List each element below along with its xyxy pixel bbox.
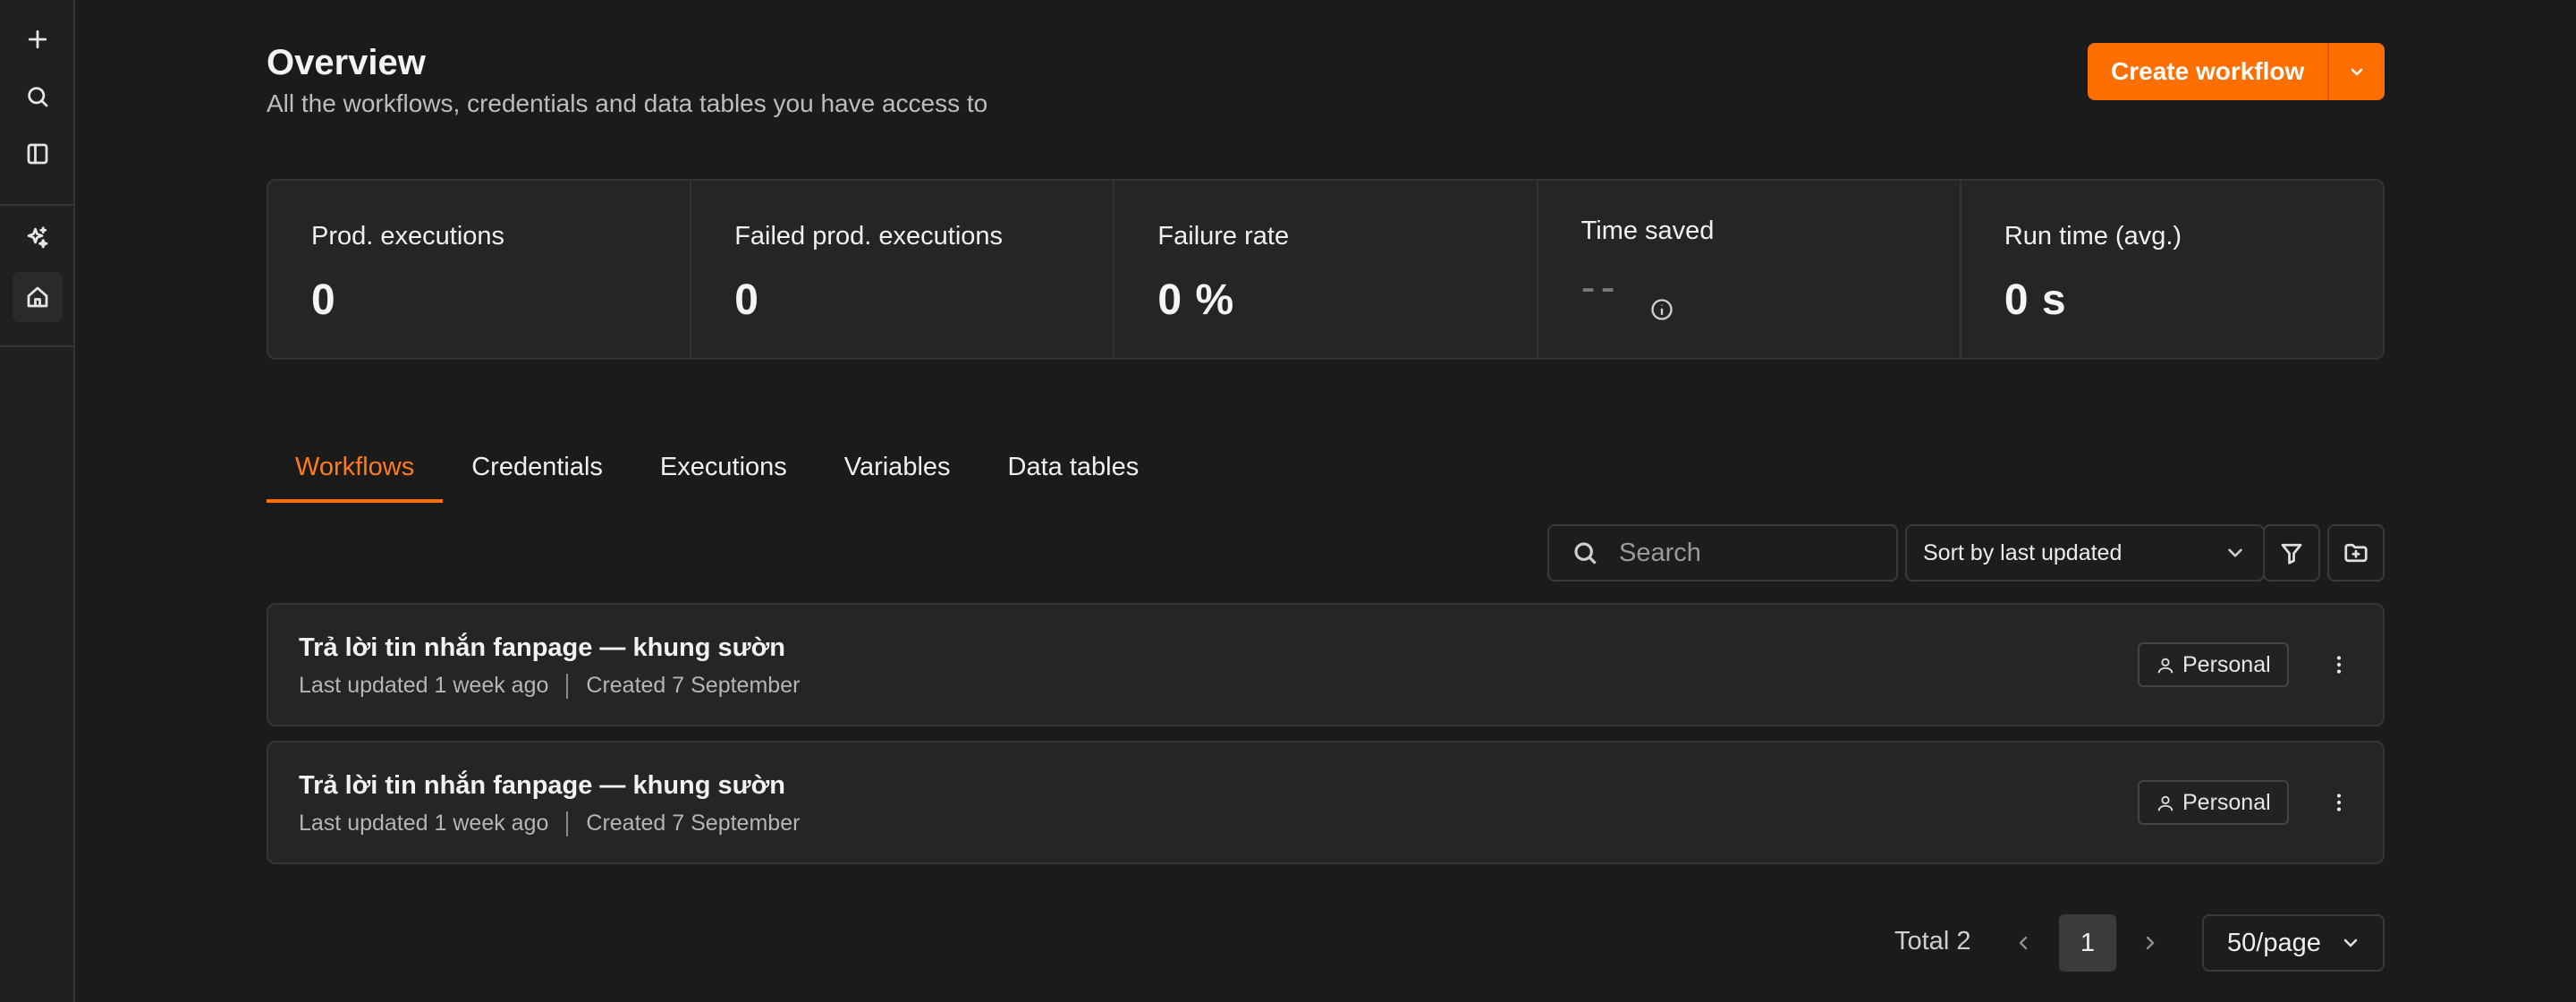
workflow-actions-button[interactable] bbox=[2317, 780, 2361, 825]
meta-separator bbox=[566, 673, 569, 699]
sidebar-divider bbox=[0, 345, 73, 347]
stat-value: 0 bbox=[734, 276, 759, 324]
workflow-created: Created 7 September bbox=[586, 673, 801, 698]
owner-label: Personal bbox=[2182, 789, 2271, 815]
workflow-meta: Last updated 1 week ago Created 7 Septem… bbox=[299, 673, 800, 699]
stat-value: -- bbox=[1580, 264, 1621, 311]
user-icon bbox=[2157, 795, 2174, 811]
filter-button[interactable] bbox=[2263, 524, 2320, 582]
chevron-down-icon bbox=[2343, 938, 2358, 947]
stats-panel: Prod. executions 0 Failed prod. executio… bbox=[267, 179, 2385, 360]
stat-time-saved: Time saved -- bbox=[1538, 181, 1962, 358]
panel-toggle-icon bbox=[27, 143, 48, 165]
owner-label: Personal bbox=[2182, 651, 2271, 677]
chevron-left-icon bbox=[2019, 936, 2028, 950]
page-number[interactable]: 1 bbox=[2059, 914, 2116, 972]
plus-icon bbox=[28, 30, 47, 49]
total-count: Total 2 bbox=[1894, 927, 1971, 955]
workflow-name: Trả lời tin nhắn fanpage — khung sườn bbox=[299, 633, 785, 662]
page-title: Overview bbox=[267, 43, 426, 82]
tab-variables[interactable]: Variables bbox=[816, 453, 979, 503]
ai-assistant-button[interactable] bbox=[13, 213, 63, 263]
chevron-down-icon bbox=[2351, 68, 2363, 76]
home-button[interactable] bbox=[13, 272, 63, 322]
new-folder-button[interactable] bbox=[2327, 524, 2385, 582]
search-button[interactable] bbox=[13, 72, 63, 122]
folder-plus-icon bbox=[2344, 543, 2368, 563]
stat-label: Failed prod. executions bbox=[734, 222, 1004, 250]
owner-badge: Personal bbox=[2138, 642, 2289, 687]
stat-label: Failure rate bbox=[1157, 222, 1290, 250]
create-options-dropdown[interactable] bbox=[2329, 43, 2385, 100]
workflow-card[interactable]: Trả lời tin nhắn fanpage — khung sườn La… bbox=[267, 741, 2385, 864]
stat-label: Time saved bbox=[1580, 217, 1715, 245]
workflow-updated: Last updated 1 week ago bbox=[299, 673, 549, 698]
next-page-button[interactable] bbox=[2123, 914, 2177, 972]
stat-run-time: Run time (avg.) 0 s bbox=[1962, 181, 2383, 358]
workflow-card[interactable]: Trả lời tin nhắn fanpage — khung sườn La… bbox=[267, 603, 2385, 726]
app: Overview All the workflows, credentials … bbox=[0, 0, 2576, 1002]
owner-badge: Personal bbox=[2138, 780, 2289, 825]
tab-executions[interactable]: Executions bbox=[631, 453, 816, 503]
workflow-actions-button[interactable] bbox=[2317, 642, 2361, 687]
workflow-created: Created 7 September bbox=[586, 811, 801, 836]
chevron-down-icon bbox=[2228, 548, 2242, 557]
stat-failed-executions: Failed prod. executions 0 bbox=[691, 181, 1115, 358]
stat-prod-executions: Prod. executions 0 bbox=[268, 181, 692, 358]
user-icon bbox=[2157, 658, 2174, 674]
search-box bbox=[1547, 524, 1898, 582]
meta-separator bbox=[566, 811, 569, 836]
info-icon[interactable] bbox=[1649, 297, 1674, 322]
create-workflow-button[interactable]: Create workflow bbox=[2088, 43, 2330, 100]
stat-label: Prod. executions bbox=[311, 222, 505, 250]
search-icon bbox=[1574, 542, 1597, 565]
home-icon bbox=[27, 286, 48, 308]
create-workflow-group: Create workflow bbox=[2088, 43, 2385, 100]
tab-workflows[interactable]: Workflows bbox=[267, 453, 444, 503]
stat-failure-rate: Failure rate 0 % bbox=[1114, 181, 1538, 358]
tab-bar: Workflows Credentials Executions Variabl… bbox=[267, 453, 1167, 503]
sidebar-divider bbox=[0, 204, 73, 206]
stat-label: Run time (avg.) bbox=[2004, 222, 2182, 250]
prev-page-button[interactable] bbox=[1996, 914, 2050, 972]
workflow-updated: Last updated 1 week ago bbox=[299, 811, 549, 836]
tab-credentials[interactable]: Credentials bbox=[443, 453, 631, 503]
sort-select[interactable]: Sort by last updated bbox=[1905, 524, 2265, 582]
more-vertical-icon bbox=[2336, 794, 2342, 811]
search-icon bbox=[28, 87, 48, 107]
page-size-label: 50/page bbox=[2227, 928, 2321, 957]
new-button[interactable] bbox=[13, 14, 63, 64]
page-size-select[interactable]: 50/page bbox=[2202, 914, 2385, 972]
sort-label: Sort by last updated bbox=[1923, 539, 2123, 565]
workflow-name: Trả lời tin nhắn fanpage — khung sườn bbox=[299, 771, 785, 800]
filter-icon bbox=[2281, 543, 2302, 565]
toggle-sidebar-button[interactable] bbox=[13, 129, 63, 179]
search-input[interactable] bbox=[1619, 538, 1887, 568]
stat-value: 0 s bbox=[2004, 276, 2067, 324]
tab-data-tables[interactable]: Data tables bbox=[979, 453, 1168, 503]
more-vertical-icon bbox=[2336, 656, 2342, 674]
sparkles-icon bbox=[27, 226, 48, 249]
stat-value: 0 % bbox=[1157, 276, 1235, 324]
sidebar bbox=[0, 0, 75, 1002]
stat-value: 0 bbox=[311, 276, 336, 324]
workflow-meta: Last updated 1 week ago Created 7 Septem… bbox=[299, 811, 800, 836]
chevron-right-icon bbox=[2146, 936, 2155, 950]
page-subtitle: All the workflows, credentials and data … bbox=[267, 89, 988, 117]
